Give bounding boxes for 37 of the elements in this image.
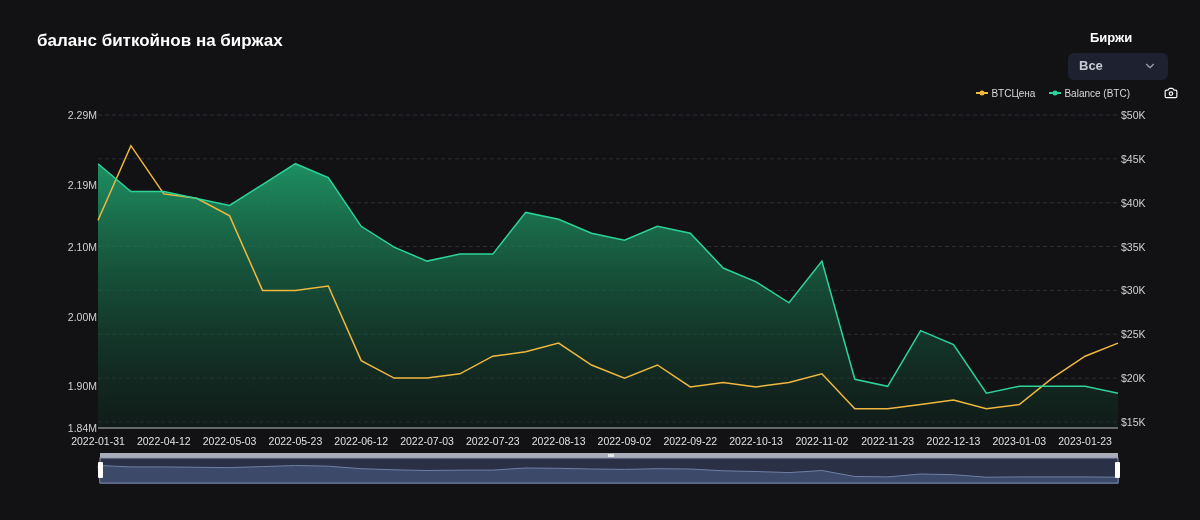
x-axis-label: 2022-10-13 xyxy=(729,435,783,447)
y-axis-label: $30K xyxy=(1121,284,1146,297)
camera-icon[interactable] xyxy=(1164,86,1178,100)
y-axis-label: $45K xyxy=(1121,152,1146,165)
x-axis-label: 2022-07-23 xyxy=(466,435,520,447)
x-axis-label: 2022-05-03 xyxy=(202,435,257,447)
y-axis-label: $40K xyxy=(1121,196,1146,209)
x-axis-label: 2022-07-03 xyxy=(400,435,454,447)
x-axis-label: 2022-11-23 xyxy=(861,435,915,447)
x-axis-label: 2022-09-22 xyxy=(663,435,718,447)
y-axis-label: 2.10M xyxy=(67,241,97,254)
x-axis-label: 2022-08-13 xyxy=(531,435,586,447)
exchange-dropdown[interactable]: Все xyxy=(1068,52,1168,80)
x-axis-label: 2022-06-12 xyxy=(334,435,389,447)
y-axis-label: $15K xyxy=(1121,416,1146,428)
y-axis-label: 1.84M xyxy=(67,422,97,434)
range-navigator[interactable] xyxy=(97,453,1120,484)
x-axis-label: 2022-12-13 xyxy=(926,435,981,447)
y-axis-label: $50K xyxy=(1121,109,1146,121)
x-axis-label: 2022-04-12 xyxy=(136,435,191,447)
y-axis-label: 2.00M xyxy=(67,310,97,323)
filter-label: Биржи xyxy=(1090,29,1134,47)
x-axis-label: 2022-05-23 xyxy=(268,435,323,447)
legend-item[interactable]: Balance (BTC) xyxy=(1049,85,1130,101)
x-axis-label: 2022-01-31 xyxy=(71,435,125,447)
y-axis-label: 2.29M xyxy=(67,109,97,121)
chart-title: баланс биткойнов на биржах xyxy=(37,30,283,52)
legend-item[interactable]: BTCЦена xyxy=(976,85,1036,101)
y-axis-label: $25K xyxy=(1121,328,1146,341)
y-axis-label: 2.19M xyxy=(67,178,97,191)
x-axis-label: 2022-11-02 xyxy=(795,435,849,447)
y-axis-label: 1.90M xyxy=(67,380,97,393)
y-axis-label: $20K xyxy=(1121,372,1146,385)
x-axis-label: 2023-01-23 xyxy=(1058,435,1112,447)
x-axis-label: 2022-09-02 xyxy=(597,435,652,447)
y-axis-label: $35K xyxy=(1121,240,1146,253)
x-axis-label: 2023-01-03 xyxy=(992,435,1047,447)
